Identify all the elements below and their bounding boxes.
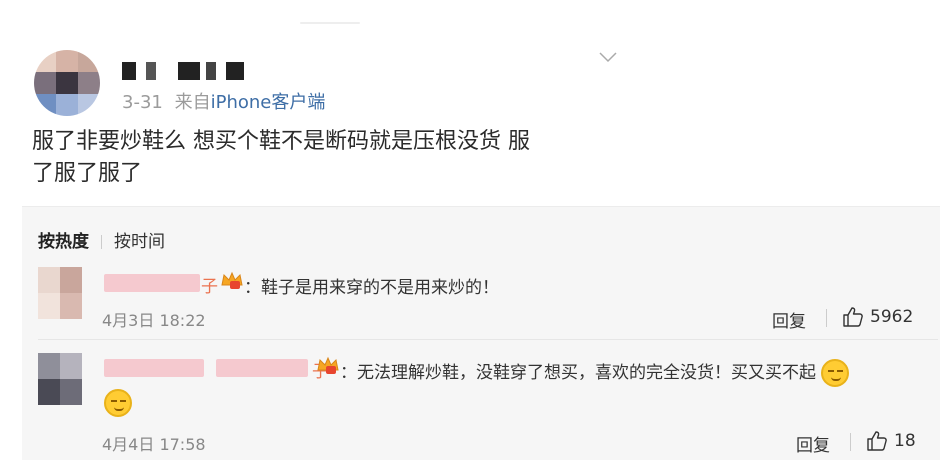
tab-sort-hot[interactable]: 按热度 [38,232,89,252]
tab-sort-time[interactable]: 按时间 [114,232,165,252]
post-source-link[interactable]: iPhone客户端 [211,92,326,113]
thumbs-up-icon[interactable] [866,430,888,452]
action-separator [826,309,827,327]
comment-text: ：无法理解炒鞋，没鞋穿了想买，喜欢的完全没货！买又买不起 [340,358,850,387]
post-date: 3-31 [122,92,163,113]
comment-text-continued [104,389,132,417]
vip-crown-icon[interactable] [220,271,244,291]
sort-tabs: 按热度 按时间 [38,227,165,252]
top-divider [300,22,360,24]
post-meta: 3-31 来自iPhone客户端 [122,88,325,114]
post-body: 服了非要炒鞋么 想买个鞋不是断码就是压根没货 服 了服了服了 [32,126,632,190]
post-text-line2: 了服了服了 [32,161,143,186]
comment-item: 子 ：无法理解炒鞋，没鞋穿了想买，喜欢的完全没货！买又买不起 4月4日 17:5… [22,345,940,456]
comment-time: 4月4日 17:58 [102,435,206,454]
commenter-name-char: 子 [201,277,218,297]
vip-crown-icon[interactable] [316,356,340,376]
smirk-emoji-icon [821,359,850,387]
post-text-line1: 服了非要炒鞋么 想买个鞋不是断码就是压根没货 服 [32,129,530,154]
author-name-obscured[interactable] [122,62,252,82]
commenter-avatar[interactable] [38,267,82,319]
reply-button[interactable]: 回复 [772,307,806,332]
like-count: 5962 [870,307,914,327]
commenter-avatar[interactable] [38,353,82,405]
comment-text-content: ：无法理解炒鞋，没鞋穿了想买，喜欢的完全没货！买又买不起 [340,363,816,383]
comments-panel: 按热度 按时间 子 ：鞋子是用来穿的不是用来炒的！ 4月3日 18:22 回复 5… [22,206,940,460]
author-avatar[interactable] [34,50,100,116]
chevron-down-icon[interactable] [598,50,618,64]
smirk-emoji-icon [104,389,132,417]
post-from-label: 来自 [174,92,211,113]
comment-item: 子 ：鞋子是用来穿的不是用来炒的！ 4月3日 18:22 回复 5962 [22,261,940,332]
reply-button[interactable]: 回复 [796,431,830,456]
action-separator [850,433,851,451]
tab-separator [101,235,102,249]
comment-time: 4月3日 18:22 [102,311,206,330]
like-count: 18 [894,431,916,451]
comment-divider [38,339,938,340]
commenter-name-obscured[interactable]: 子 [104,359,334,382]
comment-text: ：鞋子是用来穿的不是用来炒的！ [244,278,499,298]
commenter-name-obscured[interactable]: 子 [104,274,218,297]
thumbs-up-icon[interactable] [842,306,864,328]
